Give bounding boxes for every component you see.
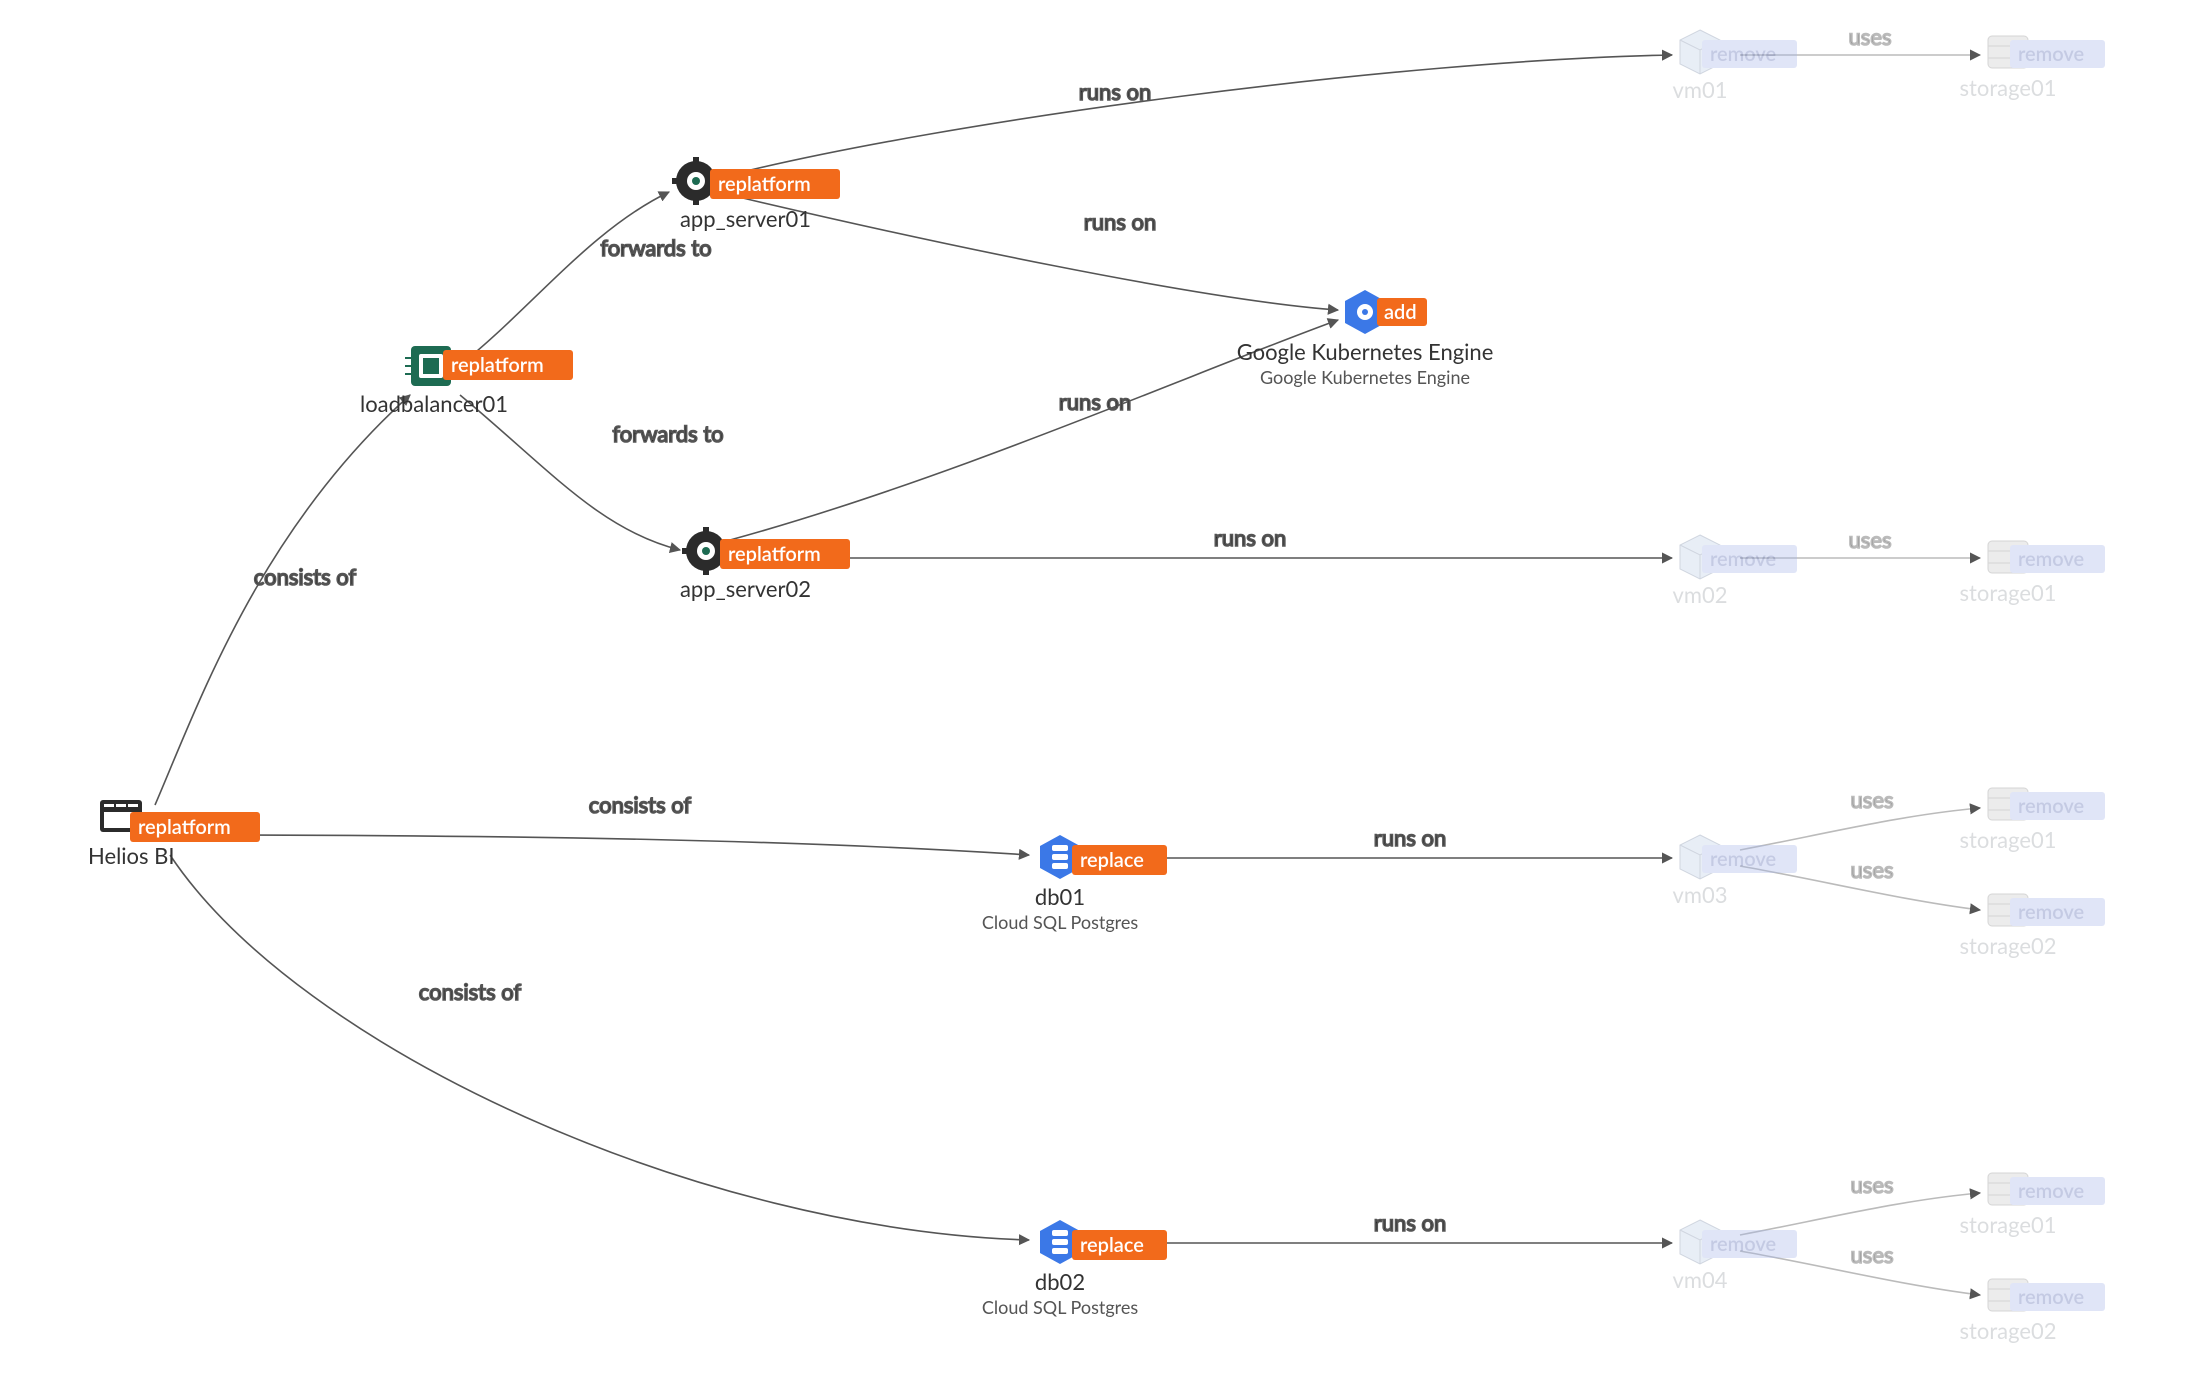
node-label: storage01: [1960, 74, 2057, 101]
edge-vm03-st01: [1740, 808, 1980, 850]
node-helios-bi[interactable]: replatform Helios BI: [88, 800, 260, 869]
svg-text:replatform: replatform: [138, 815, 231, 839]
node-vm04[interactable]: remove vm04: [1673, 1220, 1797, 1293]
edge-label: runs on: [1079, 78, 1151, 105]
svg-text:add: add: [1384, 300, 1417, 324]
svg-text:remove: remove: [2018, 1285, 2084, 1309]
node-storage01-a[interactable]: remove storage01: [1960, 36, 2106, 101]
badge-replace: replace: [1072, 845, 1167, 875]
edge-label: runs on: [1084, 208, 1156, 235]
badge-add: add: [1377, 298, 1427, 326]
badge-replatform: replatform: [720, 539, 850, 569]
node-vm03[interactable]: remove vm03: [1673, 835, 1797, 908]
node-label: vm02: [1673, 581, 1728, 608]
edge-label: runs on: [1374, 824, 1446, 851]
badge-replatform: replatform: [130, 812, 260, 842]
badge-replatform: replatform: [443, 350, 573, 380]
edge-label: uses: [1851, 856, 1894, 883]
node-storage01-c[interactable]: remove storage01: [1960, 788, 2106, 853]
edge-label: forwards to: [612, 420, 723, 447]
node-storage01-d[interactable]: remove storage01: [1960, 1173, 2106, 1238]
svg-text:remove: remove: [2018, 1179, 2084, 1203]
badge-remove: remove: [1702, 40, 1797, 68]
node-label: Google Kubernetes Engine: [1237, 338, 1494, 365]
edge-label: uses: [1851, 786, 1894, 813]
edge-helios-db02: [170, 855, 1029, 1240]
badge-remove: remove: [2010, 898, 2105, 926]
node-storage01-b[interactable]: remove storage01: [1960, 541, 2106, 606]
svg-text:replatform: replatform: [728, 542, 821, 566]
node-label: storage01: [1960, 1211, 2057, 1238]
badge-replace: replace: [1072, 1230, 1167, 1260]
node-vm02[interactable]: remove vm02: [1673, 535, 1797, 608]
badge-remove: remove: [2010, 545, 2105, 573]
architecture-diagram: consists of consists of consists of forw…: [0, 0, 2196, 1375]
node-app-server02[interactable]: replatform app_server02: [680, 527, 850, 602]
node-label: app_server01: [680, 205, 811, 232]
edge-label: uses: [1851, 1241, 1894, 1268]
badge-remove: remove: [2010, 1177, 2105, 1205]
edges-layer: consists of consists of consists of forw…: [155, 55, 1672, 1243]
node-sublabel: Cloud SQL Postgres: [982, 911, 1139, 933]
node-label: storage02: [1960, 932, 2057, 959]
edge-helios-lb: [155, 395, 410, 805]
edge-app1-vm01: [730, 55, 1672, 175]
edge-label: runs on: [1214, 524, 1286, 551]
svg-text:remove: remove: [1710, 847, 1776, 871]
edges-layer-faded: uses uses uses uses uses uses: [1740, 23, 1980, 1295]
node-storage02-d[interactable]: remove storage02: [1960, 1279, 2106, 1344]
svg-text:remove: remove: [1710, 1232, 1776, 1256]
svg-text:replace: replace: [1080, 848, 1144, 872]
node-label: storage01: [1960, 826, 2057, 853]
svg-text:remove: remove: [1710, 547, 1776, 571]
svg-text:replace: replace: [1080, 1233, 1144, 1257]
node-loadbalancer01[interactable]: replatform loadbalancer01: [360, 346, 573, 417]
badge-remove: remove: [2010, 40, 2105, 68]
node-label: app_server02: [680, 575, 811, 602]
svg-text:remove: remove: [2018, 547, 2084, 571]
edge-label: consists of: [254, 563, 357, 590]
edge-lb-app2: [460, 395, 680, 550]
svg-text:replatform: replatform: [451, 353, 544, 377]
node-db02[interactable]: replace db02 Cloud SQL Postgres: [982, 1220, 1167, 1318]
node-label: storage01: [1960, 579, 2057, 606]
node-sublabel: Google Kubernetes Engine: [1260, 366, 1470, 388]
edge-label: consists of: [419, 978, 522, 1005]
edge-label: uses: [1849, 23, 1892, 50]
node-storage02-c[interactable]: remove storage02: [1960, 894, 2106, 959]
svg-text:remove: remove: [2018, 794, 2084, 818]
edge-label: runs on: [1059, 388, 1131, 415]
node-label: db02: [1035, 1268, 1085, 1295]
node-vm01[interactable]: remove vm01: [1673, 30, 1797, 103]
badge-remove: remove: [1702, 545, 1797, 573]
edge-label: uses: [1851, 1171, 1894, 1198]
edge-label: forwards to: [600, 234, 711, 261]
svg-text:remove: remove: [2018, 42, 2084, 66]
edge-vm04-st01: [1740, 1193, 1980, 1235]
edge-lb-app1: [460, 192, 669, 365]
node-label: storage02: [1960, 1317, 2057, 1344]
edge-helios-db01: [180, 835, 1029, 855]
node-db01[interactable]: replace db01 Cloud SQL Postgres: [982, 835, 1167, 933]
edge-label: uses: [1849, 526, 1892, 553]
node-label: loadbalancer01: [360, 390, 508, 417]
node-label: vm04: [1673, 1266, 1728, 1293]
node-label: vm03: [1673, 881, 1728, 908]
badge-remove: remove: [1702, 845, 1797, 873]
edge-label: consists of: [589, 791, 692, 818]
node-gke[interactable]: add Google Kubernetes Engine Google Kube…: [1237, 290, 1494, 388]
svg-text:replatform: replatform: [718, 172, 811, 196]
badge-remove: remove: [2010, 1283, 2105, 1311]
node-label: vm01: [1673, 76, 1728, 103]
badge-remove: remove: [1702, 1230, 1797, 1258]
node-label: db01: [1035, 883, 1085, 910]
node-label: Helios BI: [88, 842, 175, 869]
badge-replatform: replatform: [710, 169, 840, 199]
svg-text:remove: remove: [1710, 42, 1776, 66]
badge-remove: remove: [2010, 792, 2105, 820]
edge-label: runs on: [1374, 1209, 1446, 1236]
node-sublabel: Cloud SQL Postgres: [982, 1296, 1139, 1318]
edge-app1-gke: [730, 195, 1338, 310]
svg-text:remove: remove: [2018, 900, 2084, 924]
